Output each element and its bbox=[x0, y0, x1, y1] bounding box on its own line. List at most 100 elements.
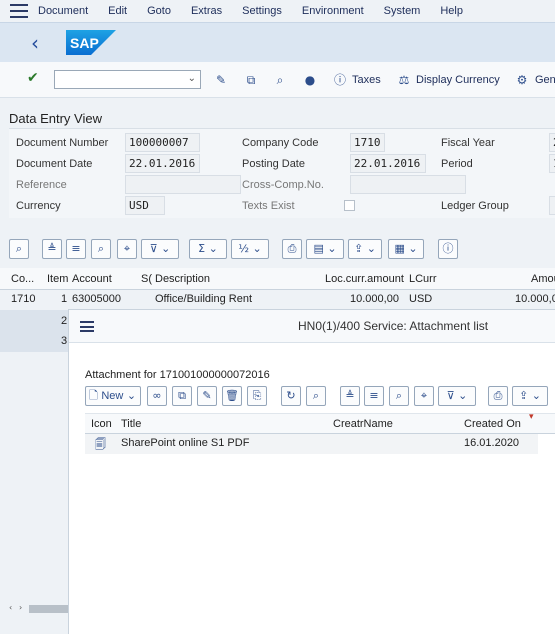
company-code-field[interactable]: 1710 bbox=[350, 133, 385, 152]
currency-icon[interactable]: ⚖ bbox=[396, 72, 412, 88]
texts-exist-checkbox[interactable] bbox=[344, 200, 355, 211]
cell-lcurr: USD bbox=[409, 293, 433, 305]
line-items-header: Co... Item Account S( Description Loc.cu… bbox=[0, 268, 555, 290]
fiscal-year-field[interactable]: 2 bbox=[549, 133, 555, 152]
command-field[interactable]: ⌄ bbox=[54, 70, 201, 89]
currency-label: Currency bbox=[16, 200, 61, 212]
sort-descending-icon[interactable]: ≡ bbox=[364, 386, 384, 406]
attachment-list-dialog: HN0(1)/400 Service: Attachment list Atta… bbox=[68, 309, 555, 634]
dialog-title: HN0(1)/400 Service: Attachment list bbox=[298, 319, 489, 333]
cell-item: 3 bbox=[61, 335, 68, 347]
menu-help[interactable]: Help bbox=[440, 5, 463, 17]
gen-icon[interactable]: ⚙ bbox=[514, 72, 530, 88]
scroll-left-icon[interactable]: ‹ bbox=[9, 603, 12, 612]
currency-field[interactable]: USD bbox=[125, 196, 165, 215]
find-next-icon[interactable]: ⌖ bbox=[117, 239, 137, 259]
copy-doc-icon[interactable]: ⧉ bbox=[243, 72, 259, 88]
filter-icon[interactable]: ⊽ ⌄ bbox=[438, 386, 476, 406]
export-icon[interactable]: ⇪ ⌄ bbox=[512, 386, 548, 406]
col-creator-name[interactable]: CreatrName bbox=[333, 418, 393, 430]
menu-extras[interactable]: Extras bbox=[191, 5, 222, 17]
menu-system[interactable]: System bbox=[384, 5, 421, 17]
delete-icon[interactable]: 🗑 bbox=[222, 386, 242, 406]
scroll-right-icon[interactable]: › bbox=[19, 603, 22, 612]
table-row[interactable]: 1710 1 63005000 Office/Building Rent 10.… bbox=[0, 290, 555, 310]
display-change-icon[interactable]: ✎ bbox=[213, 72, 229, 88]
print-icon[interactable]: ⎙ bbox=[488, 386, 508, 406]
enter-check-icon[interactable]: ✔ bbox=[27, 70, 39, 86]
sort-descending-icon[interactable]: ≡ bbox=[66, 239, 86, 259]
col-item[interactable]: Item bbox=[47, 273, 68, 285]
chevron-down-icon[interactable]: ⌄ bbox=[188, 73, 196, 84]
document-icon: 🗐 bbox=[95, 438, 106, 451]
reference-field[interactable] bbox=[125, 175, 241, 194]
alv-toolbar: ⌕ ≜ ≡ ⌕ ⌖ ⊽ ⌄ Σ ⌄ ½ ⌄ ⎙ ▤ ⌄ ⇪ ⌄ ▦ ⌄ ⓘ bbox=[0, 235, 555, 263]
document-date-field[interactable]: 22.01.2016 bbox=[125, 154, 200, 173]
cross-comp-field[interactable] bbox=[350, 175, 466, 194]
new-button[interactable]: 🗋 New ⌄ bbox=[85, 386, 141, 406]
svg-text:SAP: SAP bbox=[70, 35, 99, 51]
scrollbar-thumb[interactable] bbox=[29, 605, 68, 613]
attributes-icon[interactable]: ⎘ bbox=[247, 386, 267, 406]
refresh-icon[interactable]: ↻ bbox=[281, 386, 301, 406]
views-icon[interactable]: ▤ ⌄ bbox=[306, 239, 344, 259]
copy-icon[interactable]: ⧉ bbox=[172, 386, 192, 406]
layout-icon[interactable]: ▦ ⌄ bbox=[388, 239, 424, 259]
period-field[interactable]: 1 bbox=[549, 154, 555, 173]
info-icon[interactable]: ⓘ bbox=[438, 239, 458, 259]
find-next-icon[interactable]: ⌖ bbox=[414, 386, 434, 406]
gen-button[interactable]: Gen bbox=[535, 74, 555, 86]
col-title[interactable]: Title bbox=[121, 418, 141, 430]
menu-goto[interactable]: Goto bbox=[147, 5, 171, 17]
find-icon[interactable]: ⌕ bbox=[389, 386, 409, 406]
col-company-code[interactable]: Co... bbox=[11, 273, 34, 285]
table-row[interactable]: 🗐 SharePoint online S1 PDF 16.01.2020 bbox=[85, 434, 538, 454]
document-number-field[interactable]: 100000007 bbox=[125, 133, 200, 152]
posting-date-label: Posting Date bbox=[242, 158, 305, 170]
edit-icon[interactable]: ✎ bbox=[197, 386, 217, 406]
shell-header: ‹ SAP bbox=[0, 22, 555, 62]
dialog-menu-icon[interactable] bbox=[80, 321, 94, 332]
sort-ascending-icon[interactable]: ≜ bbox=[42, 239, 62, 259]
hat-icon[interactable]: ● bbox=[302, 72, 318, 88]
cell-account: 63005000 bbox=[72, 293, 121, 305]
posting-date-field[interactable]: 22.01.2016 bbox=[350, 154, 426, 173]
search-icon[interactable]: ⌕ bbox=[272, 72, 288, 88]
col-s[interactable]: S( bbox=[141, 273, 152, 285]
horizontal-scrollbar[interactable]: ‹ › bbox=[9, 603, 68, 615]
filter-icon[interactable]: ⊽ ⌄ bbox=[141, 239, 179, 259]
menu-document[interactable]: Document bbox=[38, 5, 88, 17]
document-date-label: Document Date bbox=[16, 158, 93, 170]
subtotal-icon[interactable]: ½ ⌄ bbox=[231, 239, 269, 259]
menu-edit[interactable]: Edit bbox=[108, 5, 127, 17]
sap-logo: SAP bbox=[66, 30, 116, 55]
menu-environment[interactable]: Environment bbox=[302, 5, 364, 17]
col-created-on[interactable]: Created On bbox=[464, 418, 521, 430]
taxes-button[interactable]: Taxes bbox=[352, 74, 381, 86]
fiscal-year-label: Fiscal Year bbox=[441, 137, 495, 149]
header-form: Document Number 100000007 Company Code 1… bbox=[9, 128, 555, 218]
texts-exist-label: Texts Exist bbox=[242, 200, 295, 212]
col-amount[interactable]: Amou bbox=[531, 273, 555, 285]
display-icon[interactable]: ∞ bbox=[147, 386, 167, 406]
find-icon[interactable]: ⌕ bbox=[91, 239, 111, 259]
menu-settings[interactable]: Settings bbox=[242, 5, 282, 17]
details-icon[interactable]: ⌕ bbox=[9, 239, 29, 259]
info-icon[interactable]: ⓘ bbox=[332, 72, 348, 88]
col-account[interactable]: Account bbox=[72, 273, 112, 285]
new-doc-icon: 🗋 bbox=[89, 389, 98, 402]
col-description[interactable]: Description bbox=[155, 273, 210, 285]
export-icon[interactable]: ⇪ ⌄ bbox=[348, 239, 382, 259]
sort-ascending-icon[interactable]: ≜ bbox=[340, 386, 360, 406]
col-icon[interactable]: Icon bbox=[91, 418, 112, 430]
total-icon[interactable]: Σ ⌄ bbox=[189, 239, 227, 259]
col-loc-curr-amount[interactable]: Loc.curr.amount bbox=[325, 273, 404, 285]
display-currency-button[interactable]: Display Currency bbox=[416, 74, 500, 86]
attachment-table-header: Icon Title CreatrName Created On ▾ bbox=[85, 412, 555, 434]
hamburger-menu-icon[interactable] bbox=[10, 4, 28, 18]
details-icon[interactable]: ⌕ bbox=[306, 386, 326, 406]
ledger-group-field[interactable] bbox=[549, 196, 555, 215]
col-lcurr[interactable]: LCurr bbox=[409, 273, 437, 285]
print-icon[interactable]: ⎙ bbox=[282, 239, 302, 259]
back-icon[interactable]: ‹ bbox=[31, 31, 39, 55]
